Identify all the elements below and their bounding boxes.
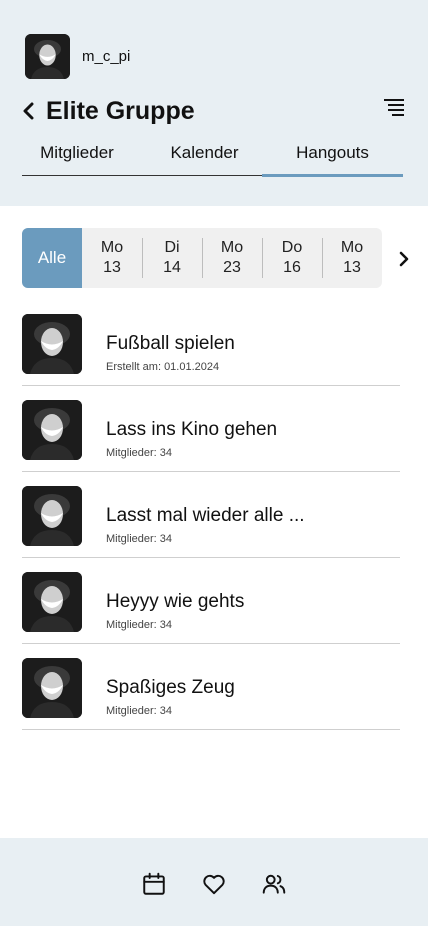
date-day: Mo	[340, 239, 364, 256]
date-filter-item[interactable]: Do 16	[262, 228, 322, 288]
hangout-title: Fußball spielen	[106, 333, 235, 354]
hangout-image	[22, 400, 82, 460]
date-number: 16	[283, 259, 301, 276]
hangout-title: Heyyy wie gehts	[106, 591, 245, 612]
page-title: Elite Gruppe	[46, 96, 195, 125]
username: m_c_pi	[82, 48, 131, 65]
hangout-title: Spaßiges Zeug	[106, 677, 235, 698]
date-filter-item[interactable]: Mo 23	[202, 228, 262, 288]
hangout-subtitle: Mitglieder: 34	[106, 705, 173, 717]
menu-button[interactable]	[383, 98, 405, 116]
avatar[interactable]	[25, 34, 70, 79]
users-icon	[262, 874, 286, 894]
tabs-divider	[22, 175, 262, 176]
back-button[interactable]	[22, 96, 40, 126]
hangout-title: Lasst mal wieder alle ...	[106, 505, 305, 526]
active-tab-indicator	[262, 174, 403, 177]
hangout-image	[22, 658, 82, 718]
chevron-right-icon	[399, 251, 409, 267]
tab-bar: Mitglieder Kalender Hangouts	[22, 140, 403, 178]
date-number: 13	[343, 259, 361, 276]
hangout-image	[22, 314, 82, 374]
date-number: 13	[103, 259, 121, 276]
bottom-nav	[0, 838, 428, 926]
nav-favorites-button[interactable]	[201, 871, 227, 897]
hangout-title: Lass ins Kino gehen	[106, 419, 278, 440]
hangout-image	[22, 486, 82, 546]
list-item[interactable]: Spaßiges Zeug Mitglieder: 34	[22, 644, 400, 730]
list-item[interactable]: Heyyy wie gehts Mitglieder: 34	[22, 558, 400, 644]
date-filter-item[interactable]: Di 14	[142, 228, 202, 288]
calendar-icon	[143, 872, 165, 895]
date-day: Mo	[100, 239, 124, 256]
list-item[interactable]: Lasst mal wieder alle ... Mitglieder: 34	[22, 472, 400, 558]
nav-calendar-button[interactable]	[141, 871, 167, 897]
header: m_c_pi Elite Gruppe Mitglieder Kalender …	[0, 0, 428, 206]
date-day: Di	[164, 239, 180, 256]
hangout-image	[22, 572, 82, 632]
tab-kalender[interactable]: Kalender	[147, 140, 262, 176]
heart-icon	[203, 874, 225, 895]
date-filter-all[interactable]: Alle	[22, 228, 82, 288]
date-next-button[interactable]	[395, 248, 413, 270]
hangout-list: Fußball spielen Erstellt am: 01.01.2024 …	[22, 300, 400, 730]
menu-lines-icon	[384, 99, 404, 116]
user-row[interactable]: m_c_pi	[25, 34, 130, 79]
title-row: Elite Gruppe	[22, 94, 408, 128]
date-filter: Alle Mo 13 Di 14 Mo 23 Do 16 Mo 13	[22, 228, 382, 288]
date-day: Mo	[220, 239, 244, 256]
date-number: 14	[163, 259, 181, 276]
hangout-subtitle: Mitglieder: 34	[106, 447, 173, 459]
date-filter-item[interactable]: Mo 13	[322, 228, 382, 288]
list-item[interactable]: Fußball spielen Erstellt am: 01.01.2024	[22, 300, 400, 386]
hangout-subtitle: Mitglieder: 34	[106, 619, 173, 631]
date-number: 23	[223, 259, 241, 276]
date-day: Do	[281, 239, 303, 256]
date-filter-item[interactable]: Mo 13	[82, 228, 142, 288]
tab-mitglieder[interactable]: Mitglieder	[22, 140, 132, 176]
hangout-subtitle: Mitglieder: 34	[106, 533, 173, 545]
nav-group-button[interactable]	[261, 871, 287, 897]
list-item[interactable]: Lass ins Kino gehen Mitglieder: 34	[22, 386, 400, 472]
hangout-subtitle: Erstellt am: 01.01.2024	[106, 361, 220, 373]
chevron-left-icon	[23, 102, 34, 120]
tab-hangouts[interactable]: Hangouts	[262, 140, 403, 176]
